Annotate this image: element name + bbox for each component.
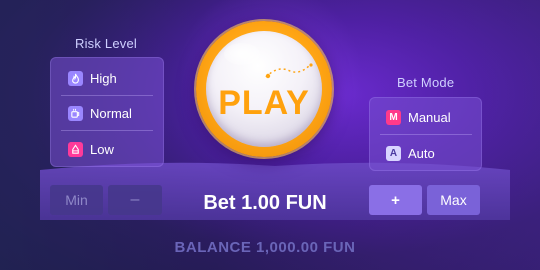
mug-icon — [68, 105, 83, 121]
divider — [61, 130, 153, 131]
risk-option-label: Low — [90, 141, 114, 157]
balance-display: BALANCE 1,000.00 FUN — [174, 239, 356, 256]
flame-icon — [68, 70, 83, 86]
max-bet-button[interactable]: Max — [427, 185, 480, 215]
manual-m-icon: M — [386, 109, 401, 125]
decrease-bet-button[interactable]: – — [108, 185, 162, 215]
risk-option-low[interactable]: Low — [51, 132, 163, 166]
drop-icon — [68, 141, 83, 157]
min-bet-button[interactable]: Min — [50, 185, 103, 215]
play-label: PLAY — [218, 84, 310, 122]
bet-mode-title: Bet Mode — [397, 75, 455, 90]
play-shine — [224, 43, 260, 65]
auto-a-icon: A — [386, 145, 401, 161]
mode-option-label: Manual — [408, 109, 451, 125]
ball-trajectory-icon — [265, 63, 313, 79]
bet-mode-panel: M Manual A Auto — [369, 97, 482, 171]
mode-option-manual[interactable]: M Manual — [370, 100, 481, 134]
mode-option-label: Auto — [408, 145, 435, 161]
play-button-face: PLAY — [206, 31, 322, 147]
risk-level-title: Risk Level — [75, 36, 137, 51]
play-button[interactable]: PLAY — [196, 21, 332, 157]
divider — [380, 134, 472, 135]
risk-level-panel: High Normal Low — [50, 57, 164, 167]
risk-option-label: Normal — [90, 105, 132, 121]
bet-amount: Bet 1.00 FUN — [203, 192, 327, 214]
mode-option-auto[interactable]: A Auto — [370, 136, 481, 170]
risk-option-normal[interactable]: Normal — [51, 96, 163, 130]
risk-option-label: High — [90, 70, 117, 86]
increase-bet-button[interactable]: + — [369, 185, 422, 215]
risk-option-high[interactable]: High — [51, 61, 163, 95]
